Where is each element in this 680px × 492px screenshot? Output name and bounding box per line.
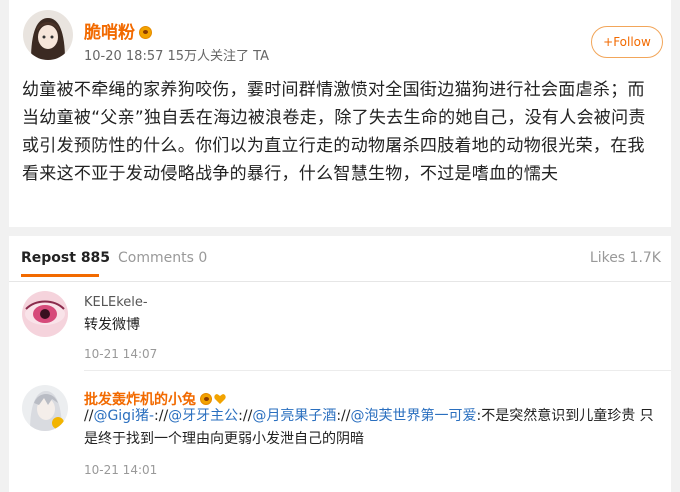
post-card: 脆哨粉 10-20 18:57 15万人关注了 TA +Follow 幼童被不牵… xyxy=(9,0,671,227)
tab-likes[interactable]: Likes 1.7K xyxy=(590,250,661,266)
repost-chain-separator: // xyxy=(242,408,253,424)
repost-text: 转发微博 xyxy=(84,317,140,333)
mention-link[interactable]: @牙牙主公 xyxy=(168,408,238,424)
active-tab-indicator xyxy=(21,274,99,277)
tab-repost[interactable]: Repost 885 xyxy=(21,250,110,266)
repost-author-name[interactable]: KELEkele- xyxy=(84,295,148,310)
member-badge-icon xyxy=(139,25,152,39)
mention-link[interactable]: @Gigi猪- xyxy=(93,408,154,424)
member-badge-icon xyxy=(200,393,212,405)
fan-badge-icon xyxy=(214,393,226,405)
mention-link[interactable]: @月亮果子酒 xyxy=(252,408,336,424)
repost-avatar[interactable] xyxy=(22,291,68,337)
repost-text: //@Gigi猪-://@牙牙主公://@月亮果子酒://@泡芙世界第一可爱:不… xyxy=(84,405,664,451)
mention-link[interactable]: @泡芙世界第一可爱 xyxy=(350,408,476,424)
repost-divider xyxy=(84,370,671,371)
tab-comments[interactable]: Comments 0 xyxy=(118,250,207,266)
repost-time: 10-21 14:07 xyxy=(84,347,158,361)
author-name-text[interactable]: 脆哨粉 xyxy=(84,23,135,43)
repost-chain-separator: // xyxy=(158,408,169,424)
author-name[interactable]: 脆哨粉 xyxy=(84,18,152,43)
repost-time: 10-21 14:01 xyxy=(84,463,158,477)
reposts-card: Repost 885 Comments 0 Likes 1.7K KELEkel… xyxy=(9,236,671,492)
author-avatar[interactable] xyxy=(23,10,73,60)
tabs-divider xyxy=(9,281,671,282)
post-meta: 10-20 18:57 15万人关注了 TA xyxy=(84,49,270,64)
post-text: 幼童被不牵绳的家养狗咬伤，霎时间群情激愤对全国街边猫狗进行社会面虐杀；而当幼童被… xyxy=(22,80,646,184)
follow-button[interactable]: +Follow xyxy=(591,26,663,58)
repost-avatar[interactable] xyxy=(22,385,68,431)
